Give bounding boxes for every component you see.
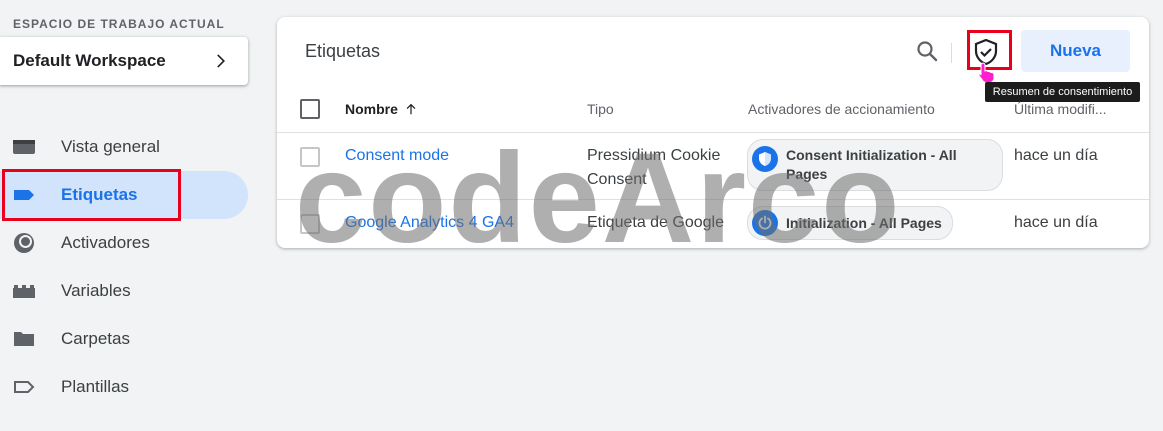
variables-icon — [12, 279, 36, 303]
sidebar-item-label: Variables — [61, 281, 131, 300]
tag-type: Etiqueta de Google — [587, 214, 724, 231]
overview-icon — [12, 135, 36, 159]
table-header: Nombre Tipo Activadores de accionamiento… — [277, 87, 1149, 133]
last-modified: hace un día — [1014, 147, 1098, 164]
chevron-right-icon — [217, 54, 225, 68]
sidebar-item-variables[interactable]: Variables — [0, 267, 248, 315]
sidebar-item-label: Carpetas — [61, 329, 130, 348]
workspace-name: Default Workspace — [13, 51, 166, 70]
sidebar-item-label: Activadores — [61, 233, 150, 252]
folder-icon — [12, 327, 36, 351]
sidebar-item-label: Plantillas — [61, 377, 130, 396]
row-checkbox[interactable] — [300, 214, 320, 234]
trigger-icon — [12, 231, 36, 255]
workspace-label: ESPACIO DE TRABAJO ACTUAL — [13, 17, 225, 31]
workspace-selector[interactable]: Default Workspace — [0, 37, 248, 85]
column-header-triggers[interactable]: Activadores de accionamiento — [748, 101, 935, 117]
column-header-type[interactable]: Tipo — [587, 101, 614, 117]
trigger-chip[interactable]: Consent Initialization - All Pages — [747, 139, 1003, 191]
template-icon — [12, 375, 36, 399]
pointer-cursor-icon — [978, 62, 995, 83]
column-header-modified[interactable]: Última modifi... — [1014, 101, 1107, 117]
sidebar-nav: Vista general Etiquetas Activadores Vari… — [0, 123, 248, 411]
last-modified: hace un día — [1014, 214, 1098, 231]
power-icon — [752, 210, 778, 236]
row-checkbox[interactable] — [300, 147, 320, 167]
sidebar-item-folders[interactable]: Carpetas — [0, 315, 248, 363]
sidebar-item-label: Vista general — [61, 137, 160, 156]
trigger-chip-label: Initialization - All Pages — [786, 214, 942, 231]
table-row: Google Analytics 4 GA4 Etiqueta de Googl… — [277, 200, 1149, 248]
tags-card: Etiquetas Nueva Resumen de consentimient… — [277, 17, 1149, 248]
sidebar-item-triggers[interactable]: Activadores — [0, 219, 248, 267]
sidebar: ESPACIO DE TRABAJO ACTUAL Default Worksp… — [0, 0, 260, 431]
tag-name-link[interactable]: Consent mode — [345, 147, 449, 165]
table-row: Consent mode Pressidium Cookie Consent C… — [277, 133, 1149, 200]
tag-type: Pressidium Cookie Consent — [587, 147, 721, 188]
select-all-checkbox[interactable] — [300, 99, 320, 119]
sidebar-item-overview[interactable]: Vista general — [0, 123, 248, 171]
new-tag-button[interactable]: Nueva — [1021, 30, 1130, 72]
page-title: Etiquetas — [305, 41, 381, 61]
highlight-box-tags — [2, 169, 181, 221]
arrow-up-icon — [406, 103, 416, 115]
column-header-name[interactable]: Nombre — [345, 101, 418, 117]
shield-icon — [752, 146, 778, 172]
trigger-chip-label: Consent Initialization - All Pages — [786, 147, 957, 182]
tag-name-link[interactable]: Google Analytics 4 GA4 — [345, 214, 514, 232]
trigger-chip[interactable]: Initialization - All Pages — [747, 206, 953, 240]
sidebar-item-templates[interactable]: Plantillas — [0, 363, 248, 411]
search-icon[interactable] — [915, 39, 939, 63]
toolbar-divider — [951, 43, 952, 63]
